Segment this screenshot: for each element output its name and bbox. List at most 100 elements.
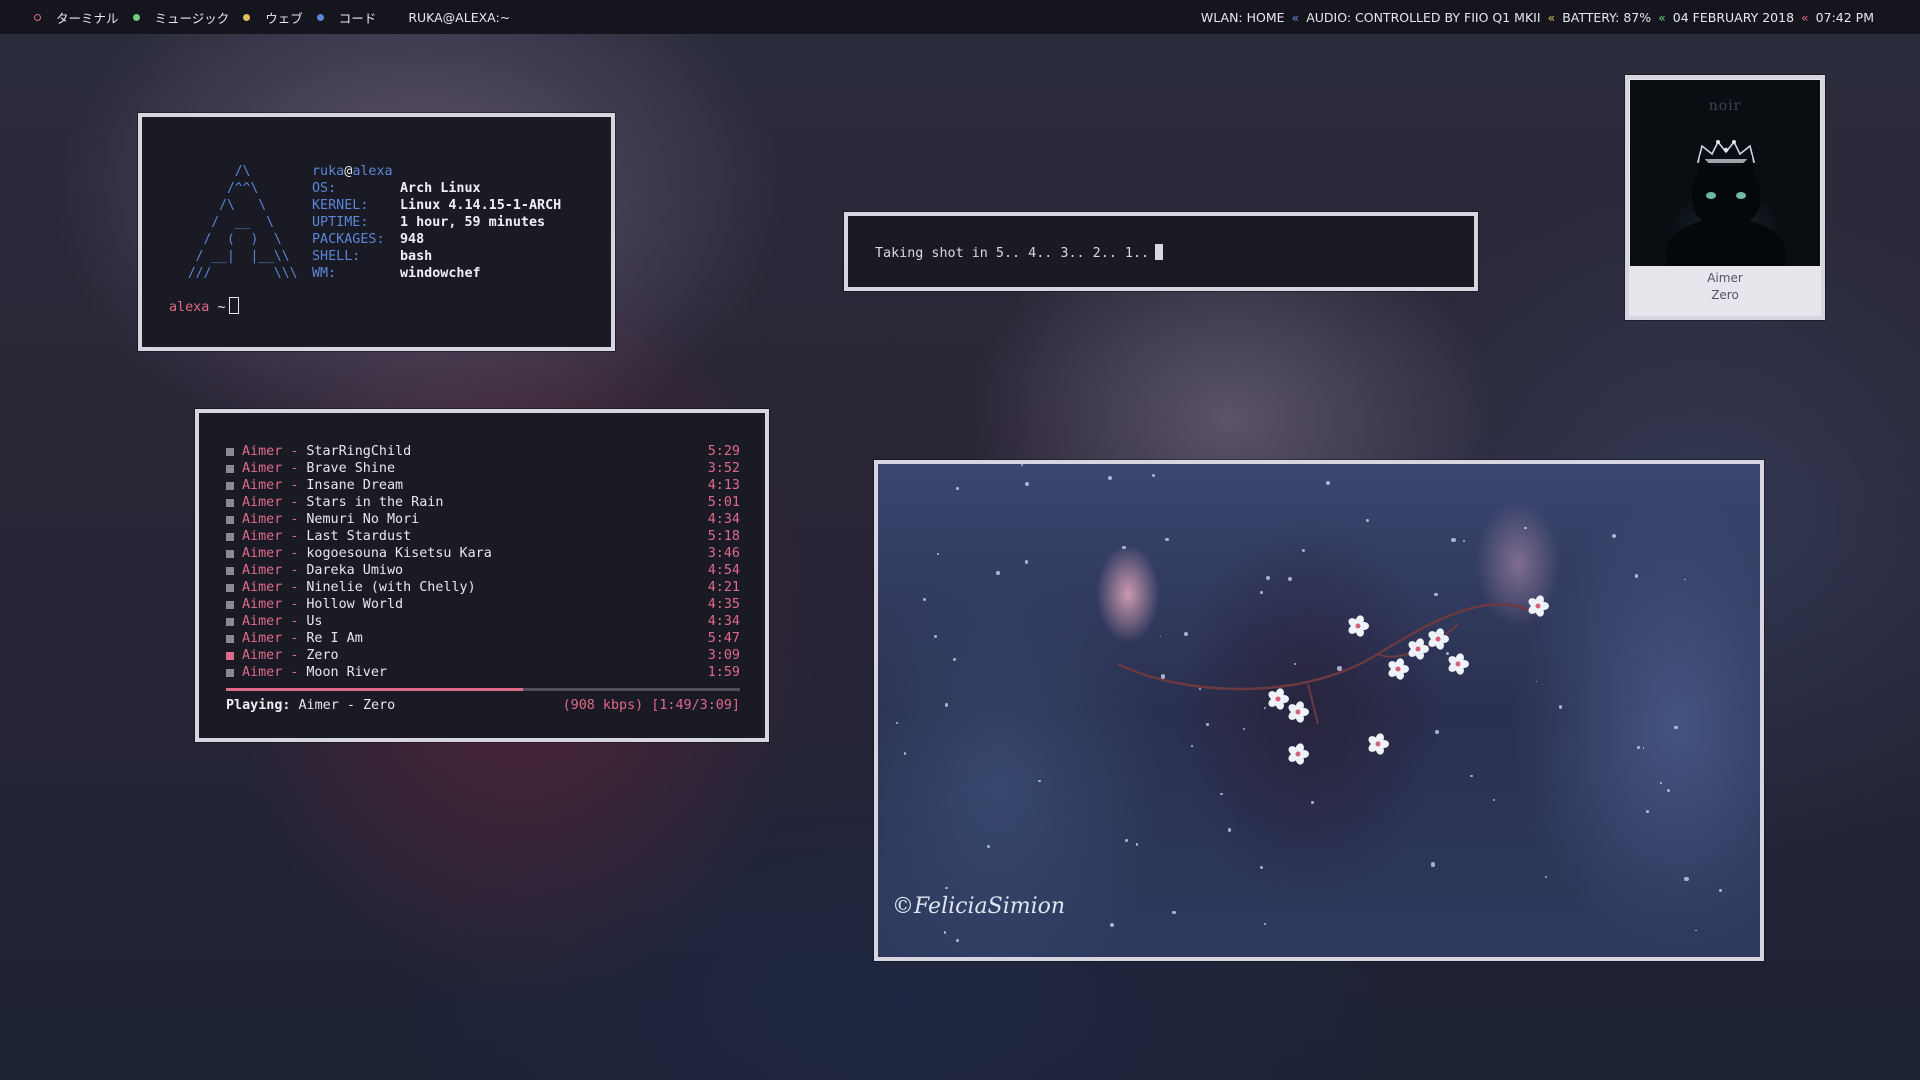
playlist-track[interactable]: Aimer - Stars in the Rain 5:01 [226, 494, 740, 511]
cat-head-icon [1692, 166, 1760, 228]
playlist-track[interactable]: Aimer - Us 4:34 [226, 613, 740, 630]
track-bullet-icon [226, 600, 234, 609]
track-bullet-icon [226, 498, 234, 507]
stream-info: (908 kbps) [1:49/3:09] [562, 698, 740, 713]
user-host-line: ruka @ alexa [312, 163, 561, 180]
track-duration: 5:29 [707, 444, 740, 459]
playlist-track[interactable]: Aimer - Re I Am 5:47 [226, 630, 740, 647]
snowflake-icon [1695, 929, 1697, 932]
sysinfo-key: UPTIME: [312, 215, 369, 230]
cat-eye-icon [1706, 192, 1716, 199]
playlist-track[interactable]: Aimer - Nemuri No Mori 4:34 [226, 511, 740, 528]
workspace-item[interactable]: ターミナル [34, 8, 119, 27]
track-bullet-icon [226, 515, 234, 524]
track-duration: 5:47 [707, 631, 740, 646]
wallpaper-photo: ©FeliciaSimion [878, 464, 1760, 957]
snowflake-icon [1135, 843, 1138, 846]
sysinfo-value: bash [400, 249, 433, 264]
snowflake-icon [1293, 663, 1296, 665]
shell-prompt[interactable]: alexa ~ [169, 297, 240, 315]
sysinfo-row: SHELL: bash [312, 248, 561, 265]
playing-indicator-icon [226, 651, 234, 660]
prompt-path: ~ [217, 300, 226, 315]
workspace-list: ターミナル ミュージック ウェブ コード [34, 8, 390, 27]
track-title: Re I Am [306, 631, 363, 646]
workspace-indicator-icon [243, 13, 251, 21]
track-artist: Aimer [242, 495, 283, 510]
clock[interactable]: 07:42 PM [1816, 10, 1874, 25]
seek-bar[interactable] [226, 688, 740, 691]
date-status[interactable]: 04 FEBRUARY 2018 [1673, 10, 1794, 25]
sysinfo-value: Linux 4.14.15-1-ARCH [400, 198, 562, 213]
hostname: alexa [352, 164, 393, 179]
prompt-host: alexa [169, 300, 210, 315]
workspace-item[interactable]: コード [316, 8, 376, 27]
block-cursor [1155, 244, 1164, 260]
audio-status[interactable]: AUDIO: CONTROLLED BY FIIO Q1 MKII [1306, 10, 1540, 25]
playlist-track[interactable]: Aimer - Dareka Umiwo 4:54 [226, 562, 740, 579]
track-artist: Aimer [242, 461, 283, 476]
image-viewer-window[interactable]: ©FeliciaSimion [874, 460, 1764, 961]
playlist-track[interactable]: Aimer - StarRingChild 5:29 [226, 443, 740, 460]
track-bullet-icon [226, 549, 234, 558]
track-duration: 3:52 [707, 461, 740, 476]
now-playing-track: Aimer - Zero [298, 698, 396, 713]
playlist-track[interactable]: Aimer - Hollow World 4:35 [226, 596, 740, 613]
track-title: Zero [306, 648, 339, 663]
cat-eye-icon [1736, 192, 1746, 199]
track-artist: Aimer [242, 478, 283, 493]
snowflake-icon [1301, 548, 1306, 552]
album-track-title: Zero [1711, 288, 1739, 302]
sysinfo-row: OS: Arch Linux [312, 180, 561, 197]
text-cursor [229, 297, 240, 314]
track-separator: - [290, 546, 299, 561]
snowflake-icon [1462, 539, 1465, 543]
snowflake-icon [903, 752, 907, 755]
seek-bar-fill [226, 688, 523, 691]
workspace-item[interactable]: ミュージック [132, 8, 229, 27]
blossom-icon [1428, 628, 1449, 650]
wlan-status[interactable]: WLAN: HOME [1201, 10, 1285, 25]
sysinfo-value: windowchef [400, 266, 481, 281]
playlist-track[interactable]: Aimer - Zero 3:09 [226, 647, 740, 664]
music-player-window[interactable]: Aimer - StarRingChild 5:29 Aimer - Brave Shine… [195, 409, 769, 742]
playlist-track[interactable]: Aimer - Brave Shine 3:52 [226, 460, 740, 477]
screenshot-terminal-window[interactable]: Taking shot in 5.. 4.. 3.. 2.. 1.. [844, 212, 1478, 291]
status-area: WLAN: HOME « AUDIO: CONTROLLED BY FIIO Q… [1201, 0, 1874, 34]
track-duration: 3:09 [707, 648, 740, 663]
playlist-track[interactable]: Aimer - Last Stardust 5:18 [226, 528, 740, 545]
snowflake-icon [1206, 723, 1209, 726]
track-duration: 5:18 [707, 529, 740, 544]
sysinfo-value: 948 [400, 232, 425, 247]
snowflake-icon [1337, 666, 1342, 671]
track-separator: - [290, 461, 299, 476]
album-art-window[interactable]: noir Aimer Zero [1625, 75, 1825, 320]
top-panel: ターミナル ミュージック ウェブ コード RUKA@ALEXA:~ WLAN: HOM… [0, 0, 1920, 34]
track-title: Hollow World [306, 597, 404, 612]
track-artist: Aimer [242, 563, 283, 578]
playlist-track[interactable]: Aimer - Insane Dream 4:13 [226, 477, 740, 494]
workspace-indicator-icon [132, 13, 140, 21]
blossom-icon [1368, 733, 1389, 755]
track-bullet-icon [226, 583, 234, 592]
track-duration: 4:13 [707, 478, 740, 493]
playlist-track[interactable]: Aimer - Moon River 1:59 [226, 664, 740, 681]
track-bullet-icon [226, 634, 234, 643]
workspace-label: ターミナル [56, 10, 119, 26]
snowflake-icon [1435, 730, 1439, 734]
track-separator: - [290, 563, 299, 578]
sysinfo-key: WM: [312, 266, 337, 281]
now-playing-label: Playing: [226, 698, 291, 713]
workspace-item[interactable]: ウェブ [243, 8, 303, 27]
system-info: ruka @ alexa OS: Arch Linux KERNEL: Linux 4.1… [312, 163, 561, 282]
snowflake-icon [944, 703, 949, 707]
battery-status[interactable]: BATTERY: 87% [1562, 10, 1651, 25]
track-title: Moon River [306, 665, 387, 680]
neofetch-terminal-window[interactable]: /\ /^^\ /\ \ / __ \ / ( ) \ / __| |__\\ … [138, 113, 615, 351]
playlist-track[interactable]: Aimer - Ninelie (with Chelly) 4:21 [226, 579, 740, 596]
playlist-track[interactable]: Aimer - kogoesouna Kisetsu Kara 3:46 [226, 545, 740, 562]
snowflake-icon [1660, 781, 1662, 784]
track-duration: 1:59 [707, 665, 740, 680]
track-separator: - [290, 631, 299, 646]
track-title: Us [306, 614, 323, 629]
